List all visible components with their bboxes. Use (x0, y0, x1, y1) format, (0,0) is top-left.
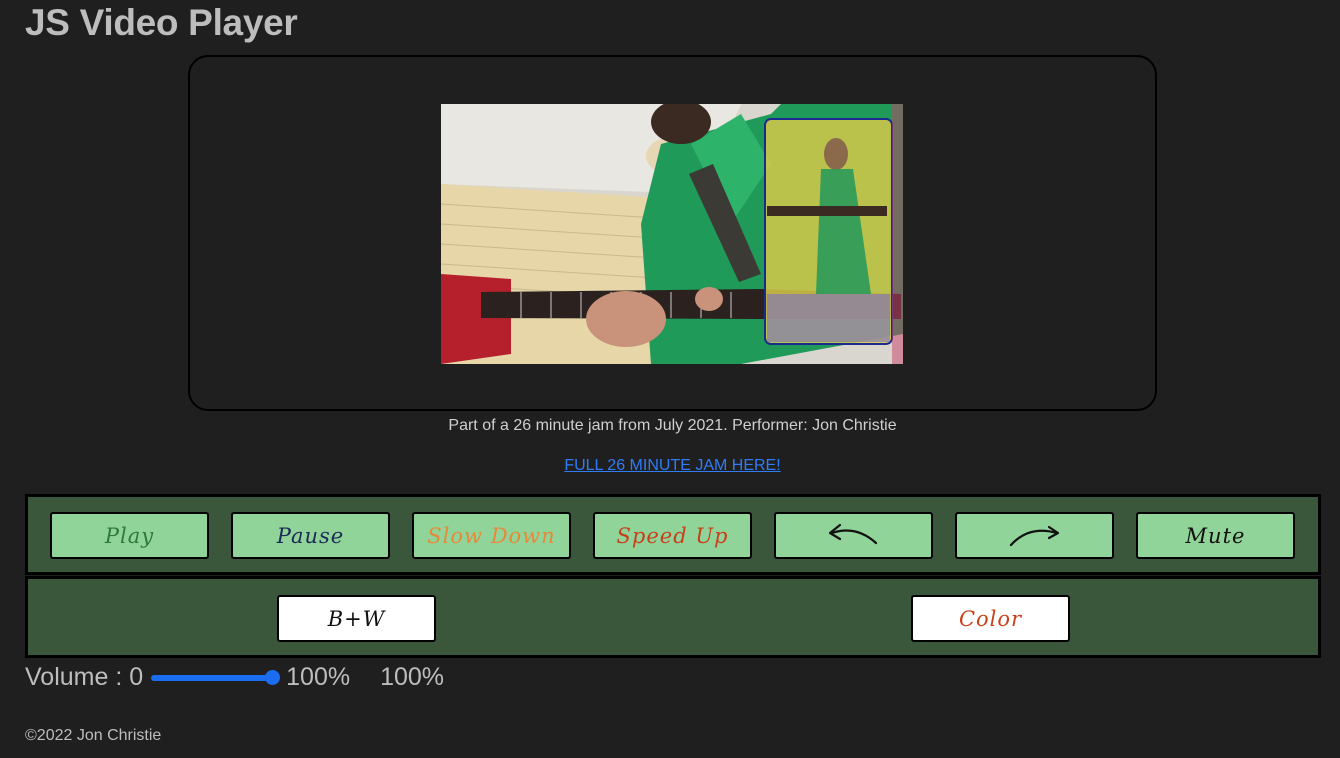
volume-label: Volume : 0 (25, 662, 144, 691)
video-frame-image (441, 104, 903, 364)
playback-controls: Play Pause Slow Down Speed Up Mute (25, 494, 1321, 575)
slow-down-label: Slow Down (427, 523, 556, 548)
volume-slider-track (151, 675, 280, 681)
color-label: Color (958, 606, 1023, 631)
volume-current-value: 100% (380, 662, 445, 691)
bw-button[interactable]: B+W (277, 595, 436, 642)
mute-button[interactable]: Mute (1136, 512, 1295, 559)
forward-button[interactable] (955, 512, 1114, 559)
mute-label: Mute (1185, 523, 1246, 548)
slow-down-button[interactable]: Slow Down (412, 512, 571, 559)
footer-copyright: ©2022 Jon Christie (25, 727, 162, 744)
volume-max-label: 100% (286, 662, 351, 691)
bw-label: B+W (327, 606, 386, 631)
arrow-back-icon (828, 523, 877, 544)
color-button[interactable]: Color (911, 595, 1070, 642)
pause-label: Pause (276, 523, 345, 548)
speed-up-button[interactable]: Speed Up (593, 512, 752, 559)
play-button[interactable]: Play (50, 512, 209, 559)
volume-slider-thumb[interactable] (265, 670, 281, 685)
video-player[interactable] (441, 104, 903, 364)
filter-controls: B+W Color (25, 576, 1321, 658)
full-jam-link[interactable]: FULL 26 MINUTE JAM HERE! (564, 457, 780, 474)
arrow-forward-icon (1009, 525, 1059, 546)
rewind-button[interactable] (774, 512, 933, 559)
pause-button[interactable]: Pause (231, 512, 390, 559)
video-caption: Part of a 26 minute jam from July 2021. … (448, 417, 897, 434)
page-title: JS Video Player (25, 2, 298, 43)
play-label: Play (104, 523, 155, 548)
speed-up-label: Speed Up (616, 523, 729, 548)
volume-slider[interactable] (151, 669, 281, 685)
volume-control: Volume : 0 100% 100% (25, 662, 444, 692)
